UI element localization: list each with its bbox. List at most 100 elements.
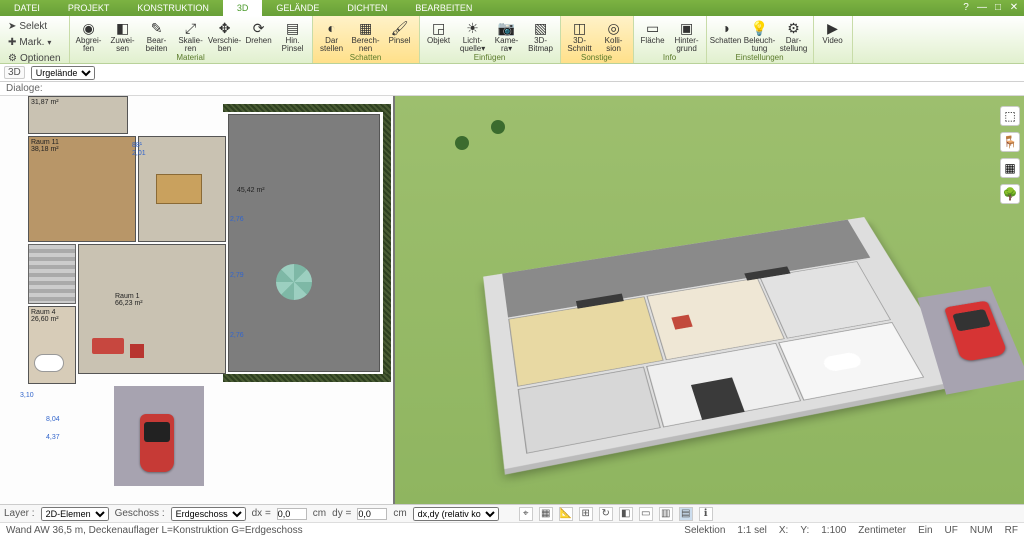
ribbon-btn-dar-stellung[interactable]: ⚙Dar- stellung: [777, 17, 811, 53]
ribbon-btn-skalie-ren[interactable]: ⤢Skalie- ren: [174, 17, 208, 53]
tool-view2-icon[interactable]: ▥: [659, 507, 673, 521]
ribbon-btn-schatten[interactable]: ◑Schatten: [709, 17, 743, 45]
plus-icon: ✚: [8, 37, 16, 48]
tool-info-icon[interactable]: ℹ: [699, 507, 713, 521]
mode-3d-chip[interactable]: 3D: [4, 66, 25, 79]
ribbon-btn-label: Schatten: [710, 37, 742, 45]
group-label: Info: [636, 53, 704, 63]
pinsel-icon: 🖌: [391, 19, 409, 37]
ribbon-btn-label: Beleuch- tung: [744, 37, 776, 53]
licht--icon: ☀: [464, 19, 482, 37]
ribbon-btn-label: 3D- Bitmap: [528, 37, 553, 53]
ribbon-btn-label: Verschie- ben: [208, 37, 241, 53]
ribbon-btn-objekt[interactable]: ◲Objekt: [422, 17, 456, 45]
dialoge-label: Dialoge:: [6, 83, 43, 94]
dy-label: dy =: [332, 508, 351, 519]
close-icon[interactable]: ✕: [1008, 2, 1020, 14]
menu-datei[interactable]: DATEI: [0, 0, 54, 16]
ribbon-btn-label: Dar stellen: [320, 37, 343, 53]
tool-snap-icon[interactable]: ⌖: [519, 507, 533, 521]
ribbon-btn-kolli-sion[interactable]: ◎Kolli- sion: [597, 17, 631, 53]
ribbon-btn-label: Objekt: [427, 37, 450, 45]
tool-camera-icon[interactable]: ◧: [619, 507, 633, 521]
menu-3d[interactable]: 3D: [223, 0, 263, 16]
relativ-select[interactable]: dx,dy (relativ ko: [413, 507, 499, 521]
bathtub-icon: [34, 354, 64, 372]
minimize-icon[interactable]: —: [976, 2, 988, 14]
tool-ortho-icon[interactable]: ⊞: [579, 507, 593, 521]
ribbon-btn-fläche[interactable]: ▭Fläche: [636, 17, 670, 45]
materials-tool-icon[interactable]: ▦: [1000, 158, 1020, 178]
dx-input[interactable]: [277, 508, 307, 520]
furniture-tool-icon[interactable]: 🪑: [1000, 132, 1020, 152]
ribbon-group-misc: ▶Video: [814, 16, 853, 63]
layer-select[interactable]: 2D-Elemen: [41, 507, 109, 521]
ribbon-btn-3d-schnitt[interactable]: ◫3D- Schnitt: [563, 17, 597, 53]
cursor-icon: ➤: [8, 21, 16, 32]
menu-bearbeiten[interactable]: BEARBEITEN: [401, 0, 486, 16]
tool-refresh-icon[interactable]: ↻: [599, 507, 613, 521]
ribbon-btn-abgrei-fen[interactable]: ◉Abgrei- fen: [72, 17, 106, 53]
dim-label: 2,76: [230, 332, 244, 339]
ribbon-btn-label: 3D- Schnitt: [567, 37, 591, 53]
tree-icon: [491, 120, 505, 134]
dining-table-icon: [156, 174, 202, 204]
dialoge-bar: Dialoge:: [0, 82, 1024, 96]
ribbon-btn-label: Skalie- ren: [178, 37, 202, 53]
ribbon-btn-berech-nen[interactable]: ▦Berech- nen: [349, 17, 383, 53]
status-x: X:: [779, 525, 788, 536]
ribbon-btn-beleuch-tung[interactable]: 💡Beleuch- tung: [743, 17, 777, 53]
ribbon-btn-video[interactable]: ▶Video: [816, 17, 850, 45]
help-icon[interactable]: ?: [960, 2, 972, 14]
menu-dichten[interactable]: DICHTEN: [333, 0, 401, 16]
ribbon-btn-drehen[interactable]: ⟳Drehen: [242, 17, 276, 45]
geschoss-select[interactable]: Erdgeschoss: [171, 507, 246, 521]
menu-projekt[interactable]: PROJEKT: [54, 0, 124, 16]
render-3d-view[interactable]: ⬚ 🪑 ▦ 🌳: [395, 96, 1024, 504]
dy-input[interactable]: [357, 508, 387, 520]
menu-gelaende[interactable]: GELÄNDE: [262, 0, 333, 16]
ribbon-group-einstellungen: ◑Schatten💡Beleuch- tung⚙Dar- stellungEin…: [707, 16, 814, 63]
ribbon-btn-darstellen[interactable]: ◐Dar stellen: [315, 17, 349, 53]
menu-konstruktion[interactable]: KONSTRUKTION: [123, 0, 223, 16]
group-label: Einfügen: [422, 53, 558, 63]
ribbon-btn-hinter-grund[interactable]: ▣Hinter- grund: [670, 17, 704, 53]
zuwei--icon: ◧: [114, 19, 132, 37]
ribbon-group-info: ▭Fläche▣Hinter- grundInfo: [634, 16, 707, 63]
geschoss-label: Geschoss :: [115, 508, 165, 519]
ribbon-group-auswahl: ➤Selekt ✚Mark.▾ ⚙Optionen Auswahl: [0, 16, 70, 63]
ribbon-btn-label: Hin. Pinsel: [282, 37, 304, 53]
ribbon: ➤Selekt ✚Mark.▾ ⚙Optionen Auswahl ◉Abgre…: [0, 16, 1024, 64]
fp-raum-11: Raum 11 38,18 m²: [28, 136, 136, 242]
selekt-button[interactable]: ➤Selekt: [4, 19, 65, 34]
ribbon-btn-kame-ra[interactable]: 📷Kame- ra▾: [490, 17, 524, 53]
dim-label: 88¹: [132, 142, 142, 149]
mark-button[interactable]: ✚Mark.▾: [4, 35, 65, 50]
ribbon-btn-label: Kame- ra▾: [495, 37, 519, 53]
ribbon-btn-label: Kolli- sion: [605, 37, 623, 53]
ribbon-btn-hin.pinsel[interactable]: ▤Hin. Pinsel: [276, 17, 310, 53]
tool-grid-icon[interactable]: ▦: [539, 507, 553, 521]
ribbon-btn-3d-bitmap[interactable]: ▧3D- Bitmap: [524, 17, 558, 53]
ribbon-btn-label: Drehen: [245, 37, 271, 45]
ribbon-btn-licht-quelle[interactable]: ☀Licht- quelle▾: [456, 17, 490, 53]
status-scale-sel: 1:1 sel: [737, 525, 766, 536]
tool-view3-icon[interactable]: ▤: [679, 507, 693, 521]
ribbon-btn-bear-beiten[interactable]: ✎Bear- beiten: [140, 17, 174, 53]
ribbon-btn-zuwei-sen[interactable]: ◧Zuwei- sen: [106, 17, 140, 53]
group-label: Einstellungen: [709, 53, 811, 63]
ribbon-btn-pinsel[interactable]: 🖌Pinsel: [383, 17, 417, 45]
tool-measure-icon[interactable]: 📐: [559, 507, 573, 521]
status-uf: UF: [945, 525, 958, 536]
plants-tool-icon[interactable]: 🌳: [1000, 184, 1020, 204]
layers-tool-icon[interactable]: ⬚: [1000, 106, 1020, 126]
ribbon-btn-verschie-ben[interactable]: ✥Verschie- ben: [208, 17, 242, 53]
window-controls: ? — □ ✕: [960, 2, 1024, 14]
maximize-icon[interactable]: □: [992, 2, 1004, 14]
hinter--icon: ▣: [678, 19, 696, 37]
tool-view1-icon[interactable]: ▭: [639, 507, 653, 521]
view-select[interactable]: Urgelände: [31, 66, 95, 80]
abgrei--icon: ◉: [80, 19, 98, 37]
stairs-icon: [28, 244, 76, 304]
floorplan-2d-view[interactable]: 45,42 m² 31,87 m² Raum 11 38,18 m² Raum …: [0, 96, 395, 504]
